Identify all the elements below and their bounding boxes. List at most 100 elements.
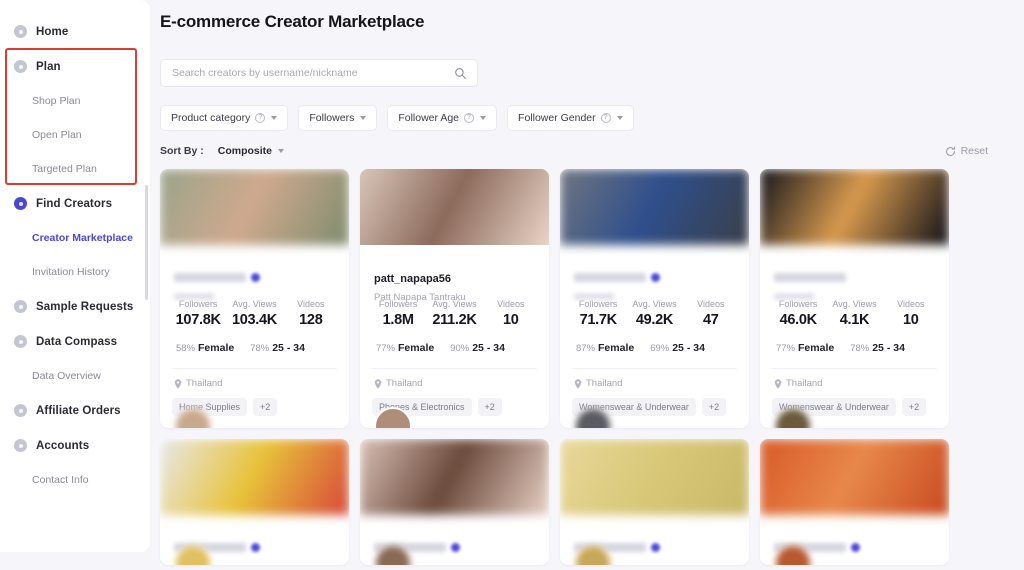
stat-label: Videos (697, 299, 725, 309)
sidebar-item-find-creators[interactable]: Find Creators (0, 186, 150, 221)
creator-identity (160, 245, 349, 300)
creator-card[interactable] (160, 439, 349, 565)
sidebar-item-home[interactable]: Home (0, 14, 150, 49)
creator-nickname (774, 293, 814, 300)
sidebar-subitem-creator-marketplace[interactable]: Creator Marketplace (0, 221, 150, 255)
gender-percent: 58% (176, 343, 196, 354)
creator-identity: patt_napapa56 Patt Napapa Tantraku (360, 245, 549, 303)
sidebar-item-label: Find Creators (36, 197, 113, 210)
age-demographic: 90% 25 - 34 (450, 338, 505, 356)
sidebar-subitem-label: Data Overview (32, 370, 101, 382)
sidebar-item-data-compass[interactable]: Data Compass (0, 324, 150, 359)
sidebar-item-plan[interactable]: Plan (0, 49, 150, 84)
location-pin-icon (374, 378, 382, 389)
reset-button[interactable]: Reset (945, 145, 988, 157)
filter-chip-product-category[interactable]: Product category? (160, 105, 289, 131)
sidebar-subitem-contact-info[interactable]: Contact Info (0, 463, 150, 497)
search-input[interactable] (172, 67, 449, 79)
creator-demographics: 87% Female 69% 25 - 34 (560, 328, 749, 356)
sidebar-subitem-open-plan[interactable]: Open Plan (0, 118, 150, 152)
stat-followers: Followers 71.7K (570, 299, 626, 328)
age-percent: 90% (450, 343, 470, 354)
sidebar-subitem-label: Contact Info (32, 474, 89, 486)
gender-percent: 77% (776, 343, 796, 354)
gender-demographic: 77% Female (776, 338, 834, 356)
stat-followers: Followers 107.8K (170, 299, 226, 328)
gender-percent: 87% (576, 343, 596, 354)
stat-value: 1.8M (382, 312, 414, 328)
creator-card[interactable]: Followers 46.0K Avg. Views 4.1K Videos 10 77% F… (760, 169, 949, 428)
stat-value: 211.2K (432, 312, 477, 328)
chevron-down-icon[interactable] (616, 116, 623, 120)
location-pin-icon (774, 378, 782, 389)
creator-nickname (174, 293, 214, 300)
location-label: Thailand (386, 378, 423, 389)
sidebar-item-sample-requests[interactable]: Sample Requests (0, 289, 150, 324)
creator-username (174, 273, 246, 282)
stat-value: 71.7K (579, 312, 618, 328)
sidebar-scrollbar[interactable] (145, 185, 148, 300)
filter-chip-label: Followers (309, 112, 355, 124)
creator-location: Thailand (560, 369, 749, 389)
creator-card[interactable]: Followers 107.8K Avg. Views 103.4K Videos 128… (160, 169, 349, 428)
sidebar-subitem-invitation-history[interactable]: Invitation History (0, 255, 150, 289)
sidebar: Home Plan Shop Plan Open Plan Targeted Plan F… (0, 0, 150, 552)
chevron-down-icon[interactable] (271, 116, 278, 120)
sidebar-item-accounts[interactable]: Accounts (0, 428, 150, 463)
search-icon[interactable] (454, 67, 467, 80)
stat-followers: Followers 46.0K (770, 299, 826, 328)
sidebar-subitem-label: Open Plan (32, 129, 82, 141)
stat-value: 128 (299, 312, 323, 328)
sort-by-value[interactable]: Composite (218, 145, 272, 157)
age-label: 25 - 34 (872, 342, 905, 354)
chevron-down-icon[interactable] (480, 116, 487, 120)
filter-chip-follower-age[interactable]: Follower Age? (387, 105, 498, 131)
sidebar-subitem-shop-plan[interactable]: Shop Plan (0, 84, 150, 118)
plan-icon (14, 60, 27, 73)
stat-followers: Followers 1.8M (370, 299, 426, 328)
search-bar[interactable] (160, 59, 478, 87)
stat-value: 103.4K (232, 312, 277, 328)
filter-chip-followers[interactable]: Followers (298, 105, 378, 131)
filter-chip-label: Follower Gender (518, 112, 596, 124)
sidebar-item-affiliate-orders[interactable]: Affiliate Orders (0, 393, 150, 428)
age-percent: 78% (850, 343, 870, 354)
creator-card[interactable] (760, 439, 949, 565)
sort-chevron-down-icon[interactable] (278, 149, 285, 153)
more-tags-badge[interactable]: +2 (477, 398, 502, 416)
creator-cover-image (360, 169, 549, 245)
chevron-down-icon[interactable] (360, 116, 367, 120)
sidebar-subitem-data-overview[interactable]: Data Overview (0, 359, 150, 393)
gender-label: Female (398, 342, 435, 354)
more-tags-badge[interactable]: +2 (253, 398, 278, 416)
gender-label: Female (198, 342, 235, 354)
sidebar-subitem-label: Shop Plan (32, 95, 81, 107)
help-icon[interactable]: ? (600, 113, 611, 123)
more-tags-badge[interactable]: +2 (901, 398, 927, 416)
help-icon[interactable]: ? (255, 113, 266, 123)
location-label: Thailand (186, 378, 223, 389)
more-tags-badge[interactable]: +2 (701, 398, 727, 416)
creator-card[interactable]: Followers 71.7K Avg. Views 49.2K Videos 47 87%… (560, 169, 749, 428)
creator-cover-image (360, 439, 549, 515)
gender-demographic: 87% Female (576, 338, 634, 356)
verified-badge-icon (251, 273, 260, 283)
creator-card[interactable]: patt_napapa56 Patt Napapa Tantraku Followe… (360, 169, 549, 428)
creator-card[interactable] (560, 439, 749, 565)
creator-demographics: 77% Female 78% 25 - 34 (760, 328, 949, 356)
stat-value: 47 (703, 312, 719, 328)
sort-row: Sort By : Composite Reset (160, 145, 1024, 157)
creator-card[interactable] (360, 439, 549, 565)
age-percent: 69% (650, 343, 670, 354)
creator-cover-image (760, 169, 949, 245)
sidebar-subitem-targeted-plan[interactable]: Targeted Plan (0, 152, 150, 186)
creator-cover-image (760, 439, 949, 515)
app-root: Home Plan Shop Plan Open Plan Targeted Plan F… (0, 0, 1024, 570)
verified-badge-icon (851, 543, 860, 553)
creator-location: Thailand (360, 369, 549, 389)
home-icon (14, 25, 27, 38)
filter-chip-follower-gender[interactable]: Follower Gender? (507, 105, 634, 131)
help-icon[interactable]: ? (464, 113, 475, 123)
creator-location: Thailand (760, 369, 949, 389)
gender-demographic: 58% Female (176, 338, 234, 356)
